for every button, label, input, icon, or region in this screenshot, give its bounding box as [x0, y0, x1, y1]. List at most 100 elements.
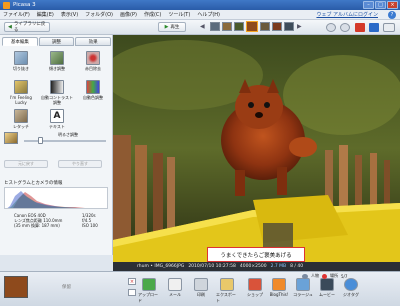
play-label: 再生	[170, 25, 180, 30]
tab-effects[interactable]: 効果	[75, 37, 112, 46]
red-eye-label: 赤目除去	[85, 66, 101, 71]
close-button[interactable]: ×	[387, 1, 398, 9]
web-album-login-link[interactable]: ウェブ アルバムにログイン	[316, 11, 378, 18]
text-label: テキスト	[49, 124, 65, 129]
photo-tray: 保留 × アップロード メール 印刷 エクスポート ショップ BlogThis!…	[0, 271, 400, 306]
auto-contrast-label: 自動コントラスト調整	[41, 95, 73, 105]
email-label: メール	[169, 292, 181, 297]
star-icon[interactable]	[355, 23, 365, 32]
menu-view[interactable]: 表示(V)	[61, 11, 78, 18]
filmstrip-thumbnail-selected[interactable]	[246, 21, 258, 32]
play-icon: ▶	[164, 24, 169, 30]
menu-tools[interactable]: ツール(T)	[168, 11, 190, 18]
feeling-lucky-label: I'm Feeling Lucky	[10, 95, 32, 105]
undo-button[interactable]: 元に戻す	[4, 160, 48, 168]
fill-light-slider-thumb[interactable]	[38, 137, 43, 144]
filmstrip-thumbnail[interactable]	[260, 22, 270, 31]
auto-color-label: 自動色調整	[83, 95, 103, 100]
prev-photo-arrow-icon[interactable]: ◀	[200, 23, 205, 30]
tab-adjust[interactable]: 調整	[38, 37, 75, 46]
geotag-icon	[344, 278, 358, 291]
rotate-right-icon[interactable]	[340, 23, 350, 32]
location-button[interactable]: 場所	[330, 273, 338, 279]
collage-icon	[296, 278, 310, 291]
shop-icon	[248, 278, 262, 291]
toolbar: ◀ ライブラリに戻る ▶ 再生 ◀ ▶	[0, 20, 400, 35]
menu-edit[interactable]: 編集(E)	[37, 11, 54, 18]
view-options-icon[interactable]	[383, 23, 395, 32]
picasa-app-icon	[3, 1, 10, 9]
geotag-button[interactable]: ジオタグ	[340, 278, 362, 298]
histogram	[4, 187, 108, 209]
tray-selected-thumbnail[interactable]	[4, 276, 28, 298]
email-button[interactable]: メール	[164, 278, 186, 298]
blogger-icon	[272, 278, 286, 291]
filmstrip-thumbnail[interactable]	[210, 22, 220, 31]
share-icon[interactable]	[369, 23, 379, 32]
filmstrip-thumbnail[interactable]	[272, 22, 282, 31]
help-icon[interactable]: ?	[388, 11, 396, 19]
export-icon	[220, 278, 234, 291]
fill-light-slider[interactable]	[24, 140, 106, 142]
blogthis-button[interactable]: BlogThis!	[268, 278, 290, 297]
redo-button[interactable]: やり直す	[58, 160, 102, 168]
dog-photo	[113, 35, 400, 262]
rotate-left-icon[interactable]	[326, 23, 336, 32]
shop-label: ショップ	[247, 292, 263, 297]
movie-icon	[320, 278, 334, 291]
status-filesize: 2.7 MB	[270, 264, 287, 269]
collage-button[interactable]: コラージュ	[292, 278, 314, 298]
print-label: 印刷	[197, 292, 205, 297]
minimize-button[interactable]: –	[363, 1, 374, 9]
movie-button[interactable]: ムービー	[316, 278, 338, 298]
menu-picture[interactable]: 画像(P)	[120, 11, 137, 18]
collage-label: コラージュ	[293, 292, 313, 297]
people-button[interactable]: 人物	[311, 273, 319, 279]
fill-light-label: 明るさ調整	[58, 132, 78, 137]
print-button[interactable]: 印刷	[190, 278, 212, 298]
back-to-library-button[interactable]: ◀ ライブラリに戻る	[4, 22, 50, 33]
red-eye-button[interactable]: 赤目除去	[76, 51, 110, 79]
menu-create[interactable]: 作成(C)	[144, 11, 161, 18]
status-date: 2010/07/10 10:27:58	[188, 264, 236, 269]
location-icon	[322, 273, 327, 279]
people-icon	[302, 273, 308, 279]
back-to-library-label: ライブラリに戻る	[13, 22, 46, 33]
crop-button[interactable]: 切り抜き	[4, 51, 38, 79]
export-button[interactable]: エクスポート	[216, 278, 238, 304]
clear-tray-icon[interactable]: ×	[128, 278, 136, 285]
auto-contrast-button[interactable]: 自動コントラスト調整	[40, 80, 74, 108]
menu-file[interactable]: ファイル(F)	[3, 11, 30, 18]
email-icon	[168, 278, 182, 291]
shop-button[interactable]: ショップ	[244, 278, 266, 298]
next-photo-arrow-icon[interactable]: ▶	[297, 23, 302, 30]
focal-length-equivalent: (35 mm 換算: 187 mm)	[14, 223, 60, 228]
status-filename: rhum • IMG_6966JPG	[137, 264, 185, 269]
tray-top-controls: 人物 場所 5/7	[302, 273, 347, 279]
menu-folder[interactable]: フォルダ(O)	[85, 11, 113, 18]
add-to-tray-icon[interactable]	[128, 289, 136, 296]
photo-viewer[interactable]	[113, 35, 400, 262]
upload-button[interactable]: アップロード	[138, 278, 160, 304]
filmstrip-thumbnail[interactable]	[234, 22, 244, 31]
tab-basic-edit[interactable]: 基本編集	[2, 37, 38, 46]
menu-help[interactable]: ヘルプ(H)	[197, 11, 220, 18]
straighten-icon	[50, 51, 64, 65]
auto-color-button[interactable]: 自動色調整	[76, 80, 110, 108]
red-eye-icon	[86, 51, 100, 65]
print-icon	[194, 278, 208, 291]
feeling-lucky-button[interactable]: I'm Feeling Lucky	[4, 80, 38, 108]
photo-caption: うまくできたらご褒美あげる	[207, 247, 305, 262]
maximize-button[interactable]: □	[375, 1, 386, 9]
play-slideshow-button[interactable]: ▶ 再生	[158, 22, 186, 32]
filmstrip-thumbnail[interactable]	[284, 22, 294, 31]
movie-label: ムービー	[319, 292, 335, 297]
tray-count: 5/7	[341, 273, 348, 279]
upload-label: アップロード	[138, 292, 158, 303]
status-bar: rhum • IMG_6966JPG 2010/07/10 10:27:58 4…	[113, 262, 400, 271]
filmstrip-thumbnail[interactable]	[222, 22, 232, 31]
histogram-title: ヒストグラムとカメラの情報	[4, 181, 63, 186]
straighten-button[interactable]: 傾き調整	[40, 51, 74, 79]
crop-icon	[14, 51, 28, 65]
auto-color-icon	[86, 80, 100, 94]
